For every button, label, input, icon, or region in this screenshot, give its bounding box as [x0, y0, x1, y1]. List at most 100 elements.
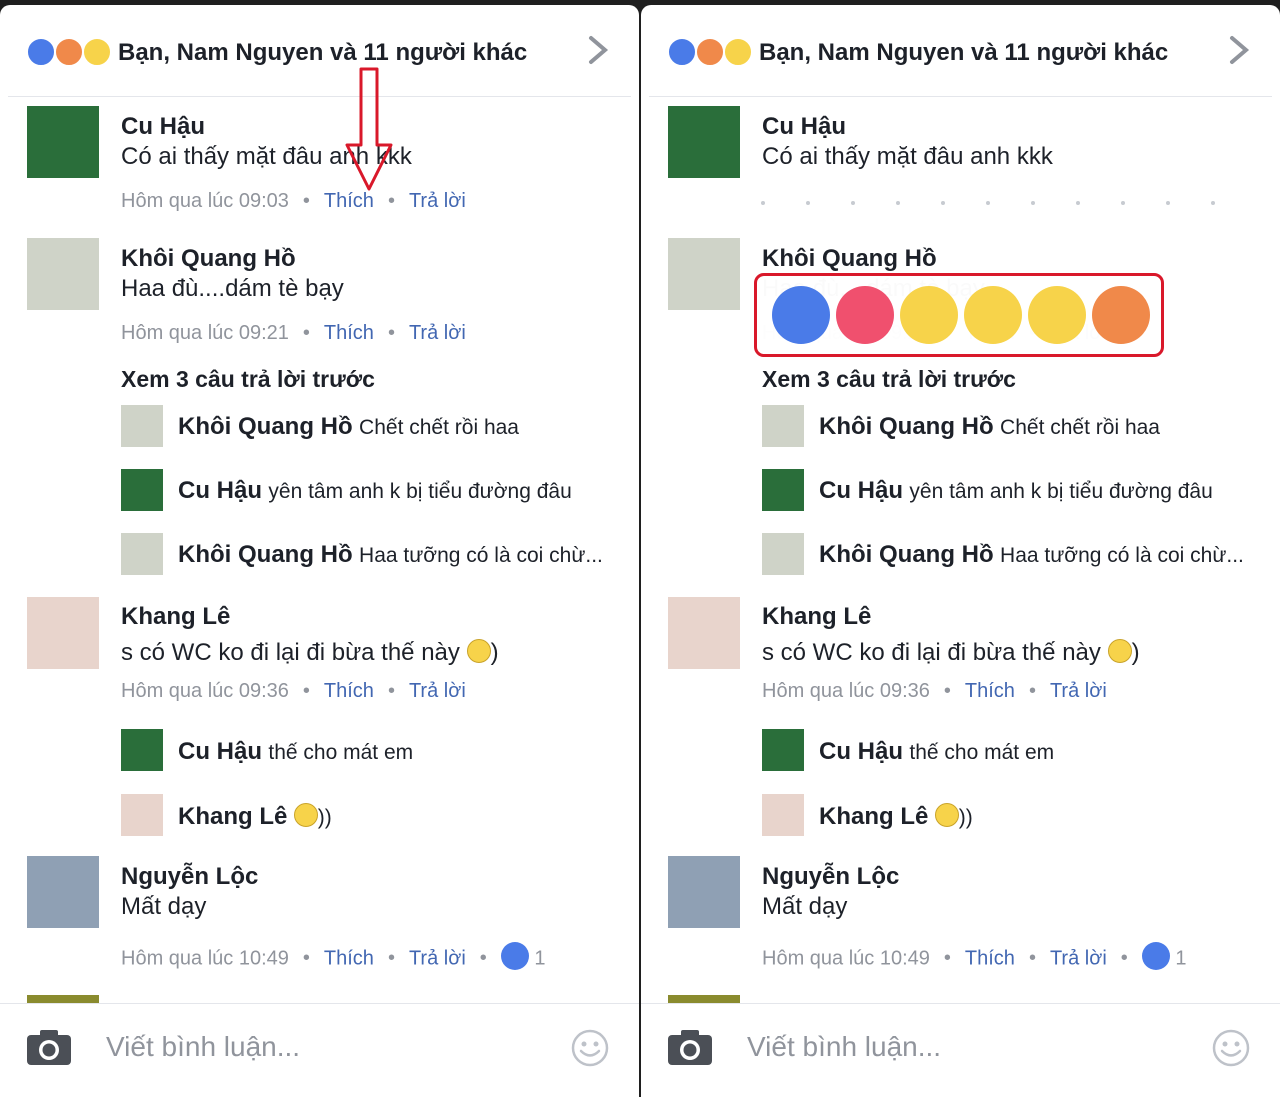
comment-meta: Hôm qua lúc 09:03 • Thích • Trả lời [121, 190, 466, 212]
reply-author[interactable]: Khôi Quang Hồ [819, 541, 994, 568]
reply-author[interactable]: Khang Lê [819, 803, 928, 830]
emoji-icon[interactable] [1212, 1029, 1250, 1067]
comment-meta: Hôm qua lúc 10:49 • Thích • Trả lời • 1 [762, 942, 1186, 973]
comment-author[interactable]: Nguyễn Lộc [762, 863, 899, 891]
reply-author[interactable]: Cu Hậu [819, 738, 903, 765]
reaction-like-icon[interactable] [772, 286, 830, 344]
avatar[interactable] [121, 469, 163, 511]
comment-time: Hôm qua lúc 09:36 [762, 680, 930, 702]
like-link[interactable]: Thích [965, 680, 1015, 702]
reply-text: Haa tưỡng có là coi chừ... [359, 544, 603, 567]
avatar[interactable] [762, 794, 804, 836]
avatar[interactable] [668, 238, 740, 310]
comment-author[interactable]: Khang Lê [762, 603, 871, 631]
avatar[interactable] [668, 597, 740, 669]
reply-item: Khôi Quang Hồ Haa tưỡng có là coi chừ... [819, 541, 1244, 569]
comment-input[interactable]: Viết bình luận... [747, 1031, 941, 1063]
reaction-sad-icon[interactable] [1028, 286, 1086, 344]
avatar[interactable] [27, 856, 99, 928]
reply-author[interactable]: Cu Hậu [178, 477, 262, 504]
reply-author[interactable]: Khang Lê [178, 803, 287, 830]
comment-time: Hôm qua lúc 09:03 [121, 190, 289, 212]
reactions-title: Bạn, Nam Nguyen và 11 người khác [759, 39, 1169, 66]
loading-dot [761, 201, 765, 205]
like-count-icon[interactable] [500, 942, 529, 970]
avatar[interactable] [27, 597, 99, 669]
avatar [27, 995, 99, 1003]
reactions-header[interactable]: Bạn, Nam Nguyen và 11 người khác [641, 5, 1280, 97]
avatar[interactable] [762, 533, 804, 575]
right-panel: Bạn, Nam Nguyen và 11 người khác Cu Hậu … [641, 5, 1280, 1097]
comment-author[interactable]: Khôi Quang Hồ [121, 245, 296, 273]
like-link[interactable]: Thích [324, 680, 374, 702]
reply-text: yên tâm anh k bị tiểu đường đâu [268, 480, 572, 503]
camera-icon[interactable] [26, 1028, 72, 1066]
reaction-love-icon[interactable] [836, 286, 894, 344]
reply-link[interactable]: Trả lời [409, 680, 466, 702]
loading-dot [941, 201, 945, 205]
reply-author[interactable]: Khôi Quang Hồ [819, 413, 994, 440]
chevron-right-icon[interactable] [585, 35, 611, 65]
comment-author[interactable]: Khôi Quang Hồ [762, 245, 937, 273]
comment-author[interactable]: Khang Lê [121, 603, 230, 631]
like-link[interactable]: Thích [324, 190, 374, 212]
reply-author[interactable]: Khôi Quang Hồ [178, 541, 353, 568]
avatar[interactable] [121, 794, 163, 836]
reply-link[interactable]: Trả lời [409, 322, 466, 344]
avatar[interactable] [27, 238, 99, 310]
reactions-title: Bạn, Nam Nguyen và 11 người khác [118, 39, 528, 66]
like-count[interactable]: 1 [1175, 947, 1186, 969]
reply-link[interactable]: Trả lời [409, 947, 466, 969]
reply-author[interactable]: Khôi Quang Hồ [178, 413, 353, 440]
comment-text: s có WC ko đi lại đi bừa thế này ) [762, 638, 1140, 666]
loading-dot [986, 201, 990, 205]
emoji-icon[interactable] [571, 1029, 609, 1067]
comment-author[interactable]: Cu Hậu [762, 113, 846, 141]
reactions-header[interactable]: Bạn, Nam Nguyen và 11 người khác [0, 5, 639, 97]
reply-author[interactable]: Cu Hậu [819, 477, 903, 504]
avatar[interactable] [762, 729, 804, 771]
view-previous-replies[interactable]: Xem 3 câu trả lời trước [121, 366, 375, 393]
loading-dot [851, 201, 855, 205]
avatar[interactable] [668, 856, 740, 928]
reaction-haha-icon[interactable] [900, 286, 958, 344]
reply-link[interactable]: Trả lời [1050, 947, 1107, 969]
reply-link[interactable]: Trả lời [1050, 680, 1107, 702]
reply-item: Khôi Quang Hồ Chết chết rồi haa [819, 413, 1160, 441]
reply-item: Khang Lê )) [819, 802, 973, 831]
view-previous-replies[interactable]: Xem 3 câu trả lời trước [762, 366, 1016, 393]
comment-input[interactable]: Viết bình luận... [106, 1031, 300, 1063]
reply-author[interactable]: Cu Hậu [178, 738, 262, 765]
comment-text: s có WC ko đi lại đi bừa thế này ) [121, 638, 499, 666]
avatar [668, 995, 740, 1003]
loading-dot [896, 201, 900, 205]
comment-author[interactable]: Nguyễn Lộc [121, 863, 258, 891]
loading-dot [1166, 201, 1170, 205]
reply-link[interactable]: Trả lời [409, 190, 466, 212]
smiley-emoji-icon [466, 638, 491, 663]
loading-dot [806, 201, 810, 205]
avatar[interactable] [121, 405, 163, 447]
like-link[interactable]: Thích [324, 947, 374, 969]
loading-dot [1031, 201, 1035, 205]
comment-author[interactable]: Cu Hậu [121, 113, 205, 141]
avatar[interactable] [121, 729, 163, 771]
reaction-angry-icon[interactable] [1092, 286, 1150, 344]
like-count[interactable]: 1 [534, 947, 545, 969]
smiley-emoji-icon [934, 802, 959, 827]
avatar[interactable] [668, 106, 740, 178]
chevron-right-icon[interactable] [1226, 35, 1252, 65]
avatar[interactable] [762, 469, 804, 511]
comment-text: Haa đù....dám tè bạy [121, 275, 344, 302]
loading-dot [1211, 201, 1215, 205]
comment-time: Hôm qua lúc 10:49 [121, 947, 289, 970]
avatar[interactable] [762, 405, 804, 447]
reaction-wow-icon[interactable] [964, 286, 1022, 344]
reply-text: thế cho mát em [268, 741, 414, 764]
like-link[interactable]: Thích [324, 322, 374, 344]
avatar[interactable] [121, 533, 163, 575]
like-count-icon[interactable] [1141, 942, 1170, 970]
avatar[interactable] [27, 106, 99, 178]
like-link[interactable]: Thích [965, 947, 1015, 969]
camera-icon[interactable] [667, 1028, 713, 1066]
